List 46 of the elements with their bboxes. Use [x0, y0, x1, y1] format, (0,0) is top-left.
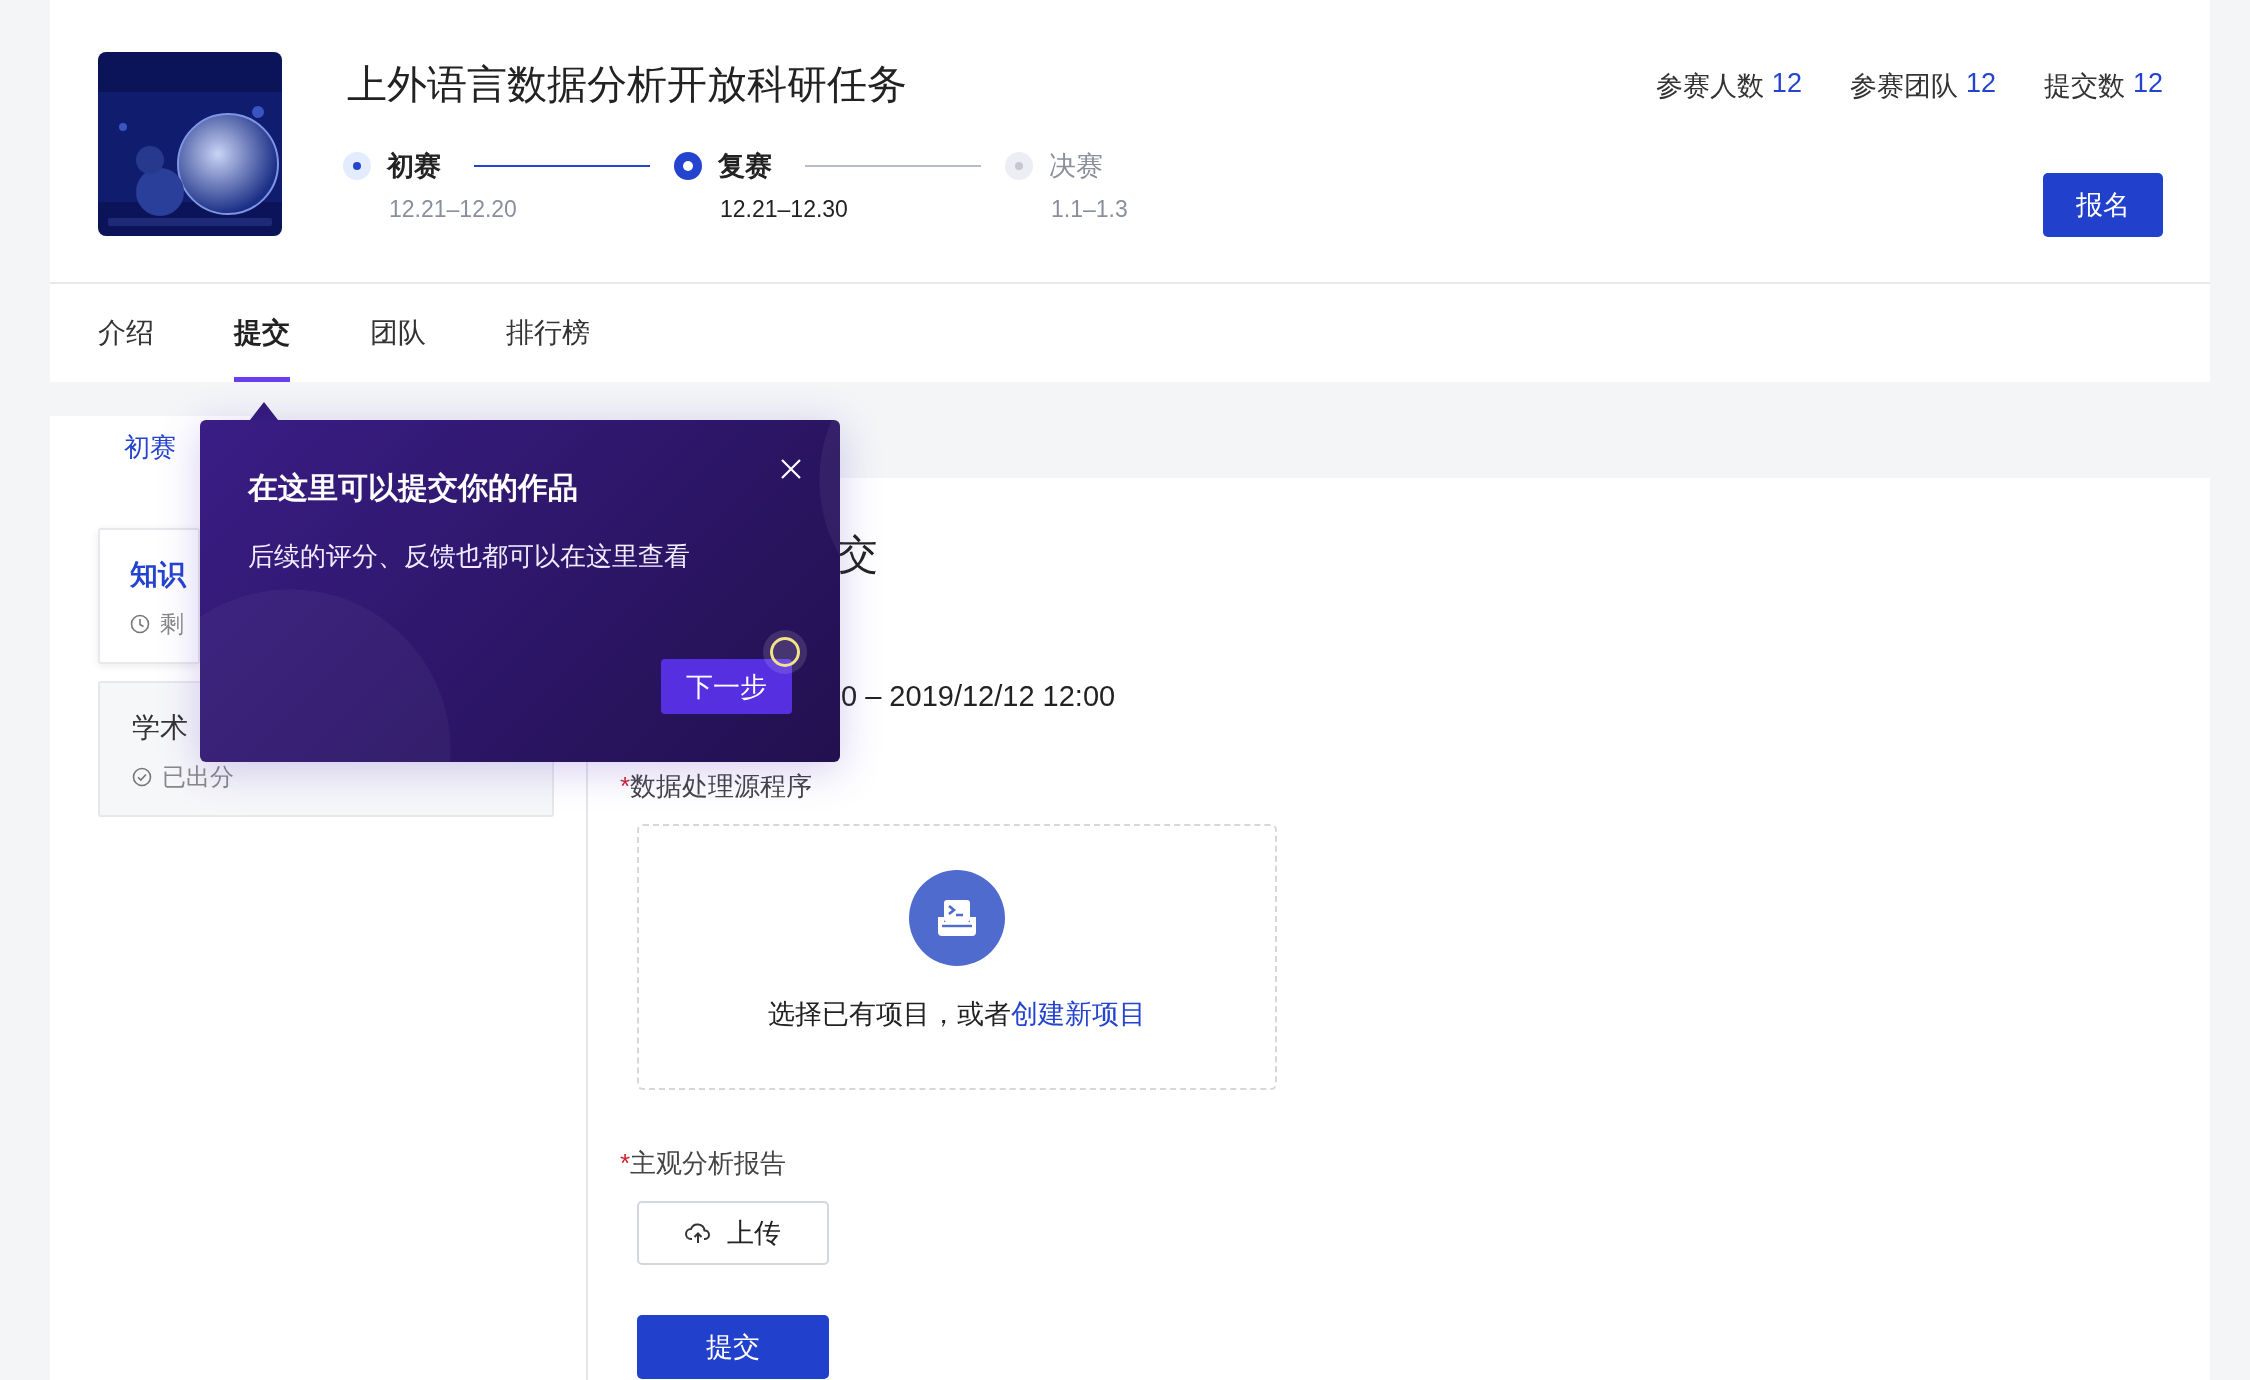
- stage-dates: 12.21–12.30: [720, 196, 849, 223]
- upload-cloud-icon: [685, 1222, 711, 1244]
- field-label: 数据处理源程序: [630, 771, 813, 801]
- stat-label: 参赛人数: [1655, 70, 1764, 103]
- next-step-button[interactable]: 下一步: [661, 659, 792, 714]
- close-icon[interactable]: [780, 458, 802, 480]
- signup-button[interactable]: 报名: [2043, 173, 2163, 237]
- stat-label: 参赛团队: [1849, 70, 1958, 103]
- project-prompt: 选择已有项目，或者创建新项目: [768, 998, 1146, 1031]
- stage-name: 决赛: [1049, 150, 1103, 183]
- upload-button[interactable]: 上传: [637, 1201, 829, 1265]
- project-folder-icon: [909, 870, 1005, 966]
- task-card[interactable]: 学术 已出分: [98, 681, 554, 817]
- popover-title: 在这里可以提交你的作品: [248, 470, 579, 506]
- tab[interactable]: 提交: [234, 284, 290, 382]
- stat-value: 12: [1965, 68, 1996, 100]
- stage-dates: 1.1–1.3: [1051, 196, 1129, 223]
- stat-label: 提交数: [2043, 70, 2125, 103]
- task-status: 已出分: [162, 762, 234, 792]
- popover-arrow: [250, 402, 278, 420]
- required-mark: *: [620, 1148, 631, 1178]
- field-label: 主观分析报告: [630, 1148, 787, 1178]
- task-title: 知识: [130, 558, 188, 592]
- stage-name: 初赛: [387, 150, 441, 183]
- submission-period: 0 – 2019/12/12 12:00: [841, 680, 1116, 713]
- check-circle-icon: [132, 767, 152, 787]
- popover-text: 后续的评分、反馈也都可以在这里查看: [248, 540, 691, 573]
- stage-tab[interactable]: 初赛: [50, 416, 250, 478]
- stage-name: 复赛: [718, 150, 772, 183]
- tab[interactable]: 团队: [370, 284, 426, 382]
- stat-value: 12: [1771, 68, 1802, 100]
- stat-value: 12: [2132, 68, 2163, 100]
- pulse-marker: [770, 637, 800, 667]
- section-title: 交: [838, 531, 878, 578]
- tab[interactable]: 排行榜: [506, 284, 590, 382]
- task-card[interactable]: 知识 剩: [98, 528, 200, 664]
- task-title: 学术: [132, 711, 189, 745]
- project-dropzone[interactable]: 选择已有项目，或者创建新项目: [637, 824, 1277, 1090]
- create-project-link[interactable]: 创建新项目: [1011, 999, 1146, 1029]
- tab[interactable]: 介绍: [98, 284, 154, 382]
- required-mark: *: [620, 771, 631, 801]
- competition-title: 上外语言数据分析开放科研任务: [347, 61, 908, 108]
- submit-button[interactable]: 提交: [637, 1315, 829, 1379]
- clock-icon: [130, 614, 150, 634]
- task-status: 剩: [160, 609, 184, 639]
- stage-dates: 12.21–12.20: [389, 196, 518, 223]
